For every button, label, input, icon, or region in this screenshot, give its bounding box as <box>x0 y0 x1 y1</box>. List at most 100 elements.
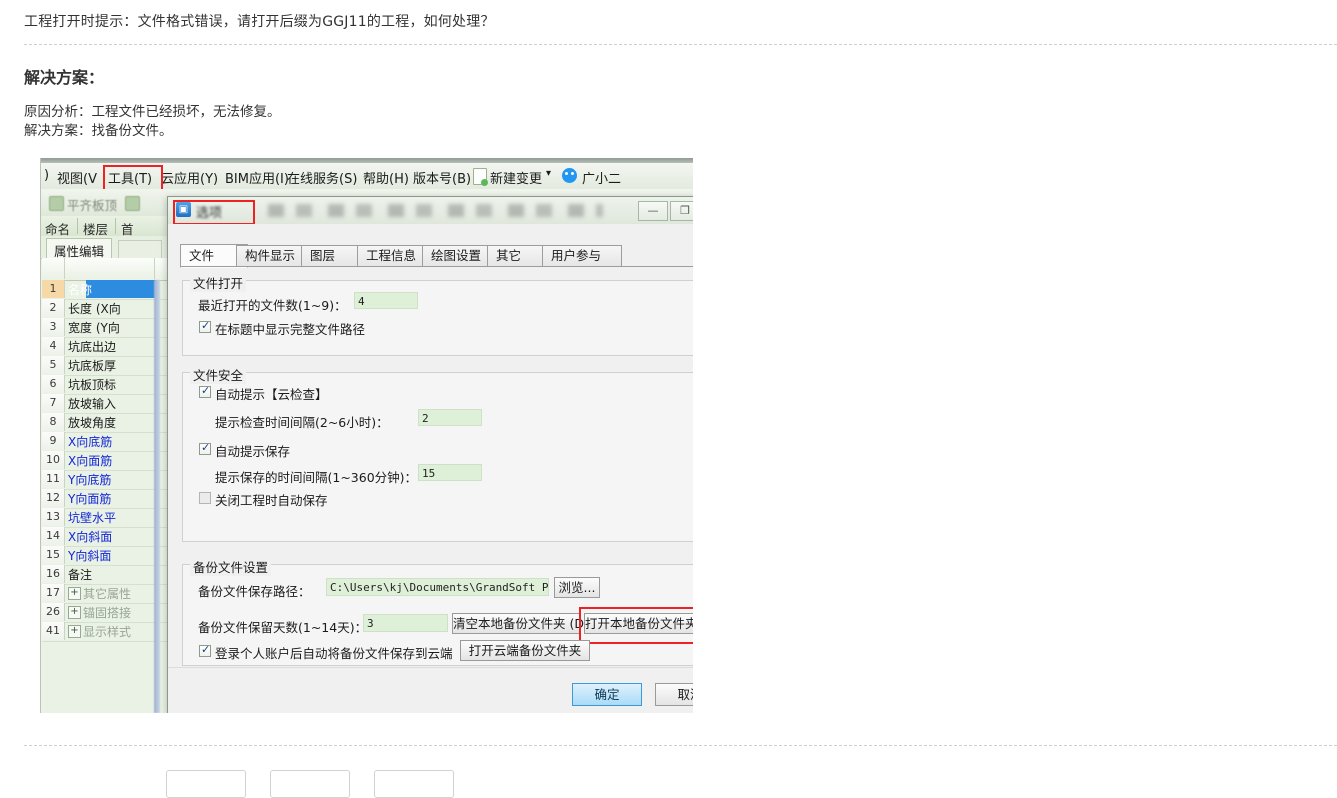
row-label: X向面筋 <box>68 454 113 468</box>
menu-item-version[interactable]: 版本号(B) <box>413 168 471 187</box>
toolbar-icon-2[interactable] <box>125 196 140 211</box>
autosave-on-close-label: 关闭工程时自动保存 <box>215 493 328 508</box>
backup-path-input[interactable]: C:\Users\kj\Documents\GrandSoft Projects… <box>326 578 549 596</box>
browse-button[interactable]: 浏览... <box>554 577 600 598</box>
bottom-button-1[interactable] <box>166 770 246 798</box>
open-cloud-backup-button[interactable]: 打开云端备份文件夹 <box>460 640 590 661</box>
cloud-interval-input[interactable]: 2 <box>418 409 482 426</box>
row-index: 5 <box>42 356 65 374</box>
group-backup-caption: 备份文件设置 <box>190 557 272 576</box>
embedded-screenshot: ) 视图(V 工具(T) 云应用(Y) BIM应用(I) 在线服务(S) 帮助(… <box>40 158 693 713</box>
menu-item-username[interactable]: 广小二 <box>582 168 621 187</box>
dialog-footer-divider <box>168 667 693 668</box>
row-label: 坑壁水平 <box>68 511 117 525</box>
menu-item-help[interactable]: 帮助(H) <box>363 168 409 187</box>
recent-file-count-label: 最近打开的文件数(1~9)： <box>198 298 347 313</box>
keep-days-input[interactable]: 3 <box>363 614 448 632</box>
keep-days-label: 备份文件保留天数(1~14天)： <box>198 620 368 635</box>
row-index: 6 <box>42 375 65 393</box>
autosave-prompt-checkbox[interactable] <box>199 441 211 455</box>
tab-other[interactable]: 其它 <box>487 245 549 267</box>
grid-header-property <box>64 258 155 279</box>
maximize-button[interactable]: ❐ <box>670 201 693 221</box>
group-file-open <box>182 280 693 356</box>
row-index: 13 <box>42 508 65 526</box>
options-dialog: ▣ 选项 — ❐ ✕ 文件 构件显示 图层 工程信息 绘图设置 其它 用户参与 … <box>167 196 693 713</box>
row-label: 坑底出边 <box>68 340 117 354</box>
row-label: Y向底筋 <box>68 473 112 487</box>
menu-item-bim-app[interactable]: BIM应用(I) <box>225 168 289 187</box>
divider-top <box>24 44 1337 45</box>
row-index: 41 <box>42 622 65 640</box>
show-full-path-label: 在标题中显示完整文件路径 <box>215 322 366 337</box>
row-label: 宽度 (Y向 <box>68 321 120 335</box>
menu-item-tools[interactable]: 工具(T) <box>108 168 152 187</box>
row-index: 11 <box>42 470 65 488</box>
menu-item-view[interactable]: 视图(V <box>57 168 97 187</box>
dialog-body: 文件 构件显示 图层 工程信息 绘图设置 其它 用户参与 文件打开 最近打开的文… <box>168 224 693 713</box>
row-index: 15 <box>42 546 65 564</box>
row-label: Y向面筋 <box>68 492 112 506</box>
options-app-icon: ▣ <box>176 202 191 217</box>
menu-item-paren[interactable]: ) <box>44 168 49 183</box>
row-index: 12 <box>42 489 65 507</box>
paragraph-cause: 原因分析：工程文件已经损坏，无法修复。 <box>24 104 281 120</box>
row-label: 坑板顶标 <box>68 378 117 392</box>
grid-header-index <box>42 258 65 279</box>
row-index: 10 <box>42 451 65 469</box>
row-label: X向底筋 <box>68 435 113 449</box>
align-slab-top-icon[interactable] <box>49 196 64 211</box>
cloud-check-label: 自动提示【云检查】 <box>215 387 328 402</box>
dialog-title: 选项 <box>196 206 223 221</box>
cloud-backup-checkbox[interactable] <box>199 643 211 657</box>
row-label: 备注 <box>68 568 93 582</box>
show-full-path-checkbox[interactable] <box>199 319 211 333</box>
tab-user-participation[interactable]: 用户参与 <box>542 245 622 267</box>
row-label: 长度 (X向 <box>68 302 121 316</box>
ok-button[interactable]: 确定 <box>572 683 642 706</box>
row-index: 4 <box>42 337 65 355</box>
backup-path-label: 备份文件保存路径： <box>198 584 311 599</box>
row-index: 26 <box>42 603 65 621</box>
menu-item-new-change[interactable]: 新建变更 <box>490 168 542 187</box>
app-menubar: ) 视图(V 工具(T) 云应用(Y) BIM应用(I) 在线服务(S) 帮助(… <box>41 163 693 190</box>
row-index: 16 <box>42 565 65 583</box>
page-title: 工程打开时提示：文件格式错误，请打开后缀为GGJ11的工程，如何处理？ <box>24 14 495 30</box>
row-label: 坑底板厚 <box>68 359 117 373</box>
cancel-button[interactable]: 取消 <box>655 683 693 706</box>
bottom-button-2[interactable] <box>270 770 350 798</box>
row-index: 14 <box>42 527 65 545</box>
row-label: Y向斜面 <box>68 549 112 563</box>
save-interval-input[interactable]: 15 <box>418 464 482 481</box>
autosave-prompt-label: 自动提示保存 <box>215 444 291 459</box>
minimize-button[interactable]: — <box>638 201 668 221</box>
clear-local-backup-button[interactable]: 清空本地备份文件夹 (D) <box>452 613 589 634</box>
toolbar-item-align-slab-top[interactable]: 平齐板顶 <box>67 195 117 214</box>
tabstrip-baseline <box>180 266 693 267</box>
cloud-check-checkbox[interactable] <box>199 384 211 398</box>
row-index: 3 <box>42 318 65 336</box>
recent-file-count-input[interactable]: 4 <box>354 292 418 309</box>
grid-vertical-scrollbar[interactable] <box>154 280 160 713</box>
row-index: 9 <box>42 432 65 450</box>
paragraph-solution: 解决方案：找备份文件。 <box>24 123 173 139</box>
menu-item-online-svc[interactable]: 在线服务(S) <box>287 168 357 187</box>
tab-layer[interactable]: 图层 <box>301 245 363 267</box>
column-divider-1 <box>77 218 78 234</box>
row-label: 其它属性 <box>83 587 132 601</box>
row-label: 放坡角度 <box>68 416 117 430</box>
row-label: 放坡输入 <box>68 397 117 411</box>
dialog-titlebar[interactable]: ▣ 选项 — ❐ ✕ <box>168 197 693 225</box>
cloud-backup-label: 登录个人账户后自动将备份文件保存到云端 <box>215 646 453 661</box>
chevron-down-icon[interactable]: ▾ <box>546 168 551 179</box>
group-file-safety-caption: 文件安全 <box>190 365 247 384</box>
row-index: 8 <box>42 413 65 431</box>
new-change-icon <box>473 168 488 186</box>
avatar[interactable] <box>562 168 577 183</box>
menu-item-cloud-app[interactable]: 云应用(Y) <box>161 168 218 187</box>
bottom-button-3[interactable] <box>374 770 454 798</box>
row-selection-highlight <box>86 280 156 298</box>
tab-secondary[interactable] <box>118 240 162 258</box>
autosave-on-close-checkbox[interactable] <box>199 492 211 504</box>
open-local-backup-button[interactable]: 打开本地备份文件夹 (O) <box>584 613 693 634</box>
